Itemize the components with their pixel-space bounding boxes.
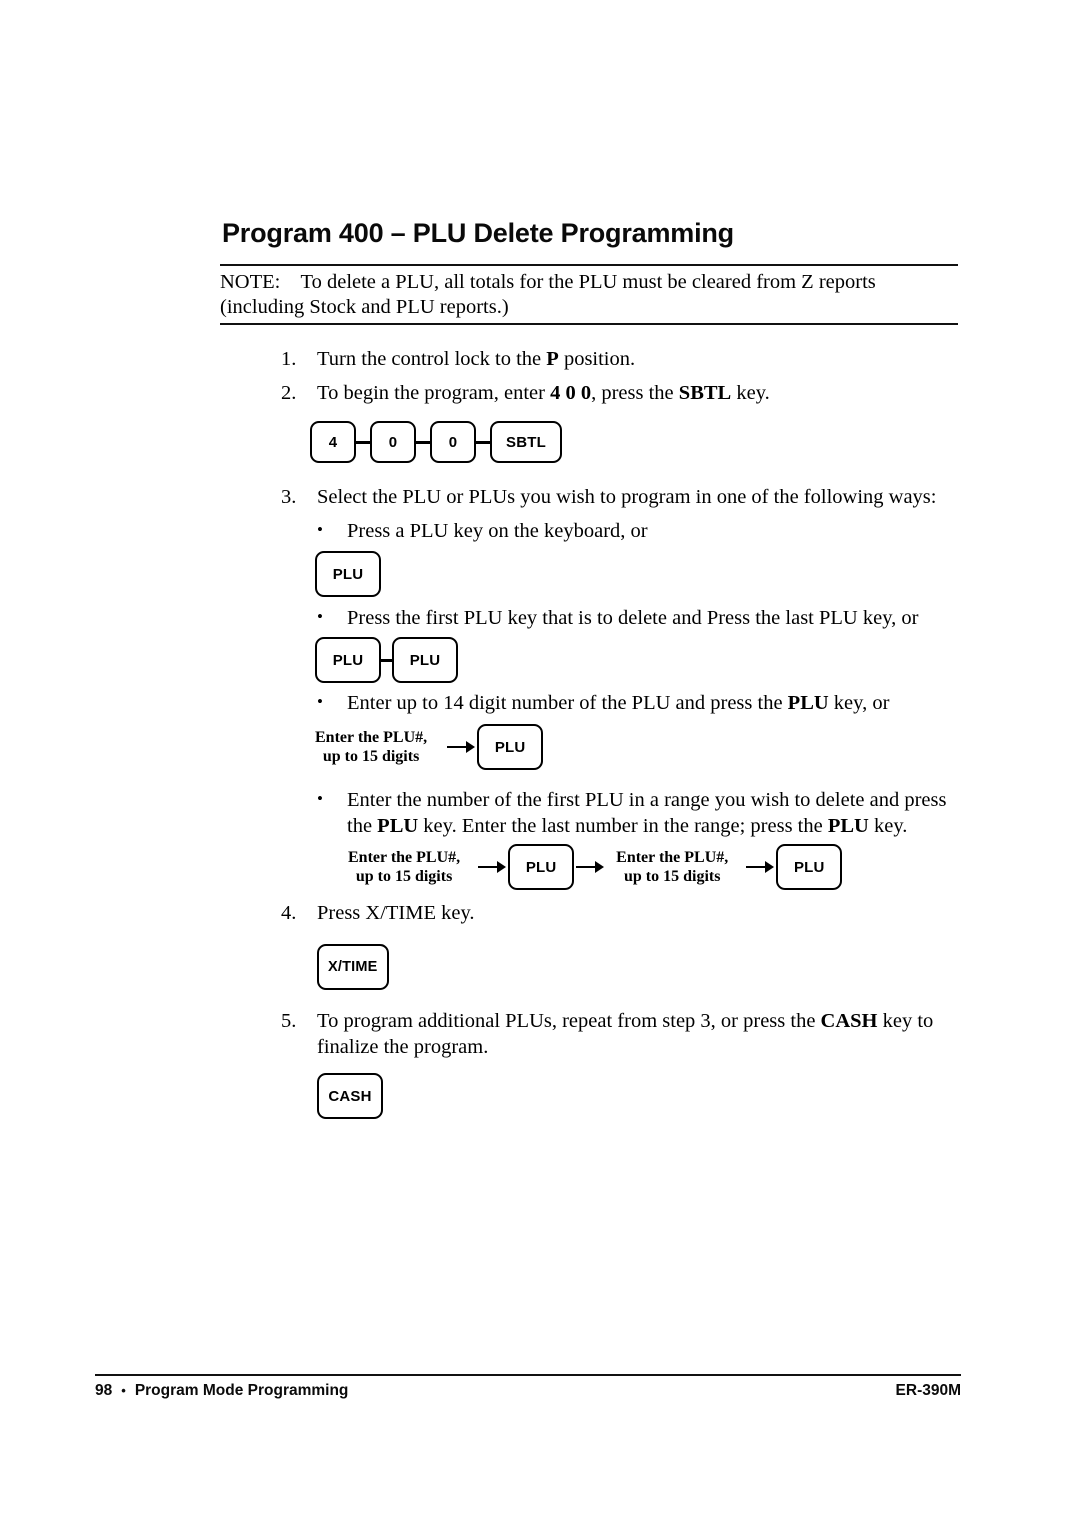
step-2-number: 2.: [281, 382, 297, 404]
key-plu[interactable]: PLU: [477, 724, 544, 770]
step-3: 3. Select the PLU or PLUs you wish to pr…: [281, 484, 971, 510]
note-bottom-rule: [220, 323, 958, 325]
plu-number-label-line2: up to 15 digits: [322, 748, 420, 765]
plu-range-second-label-line1: Enter the PLU#,: [616, 849, 729, 866]
key-diagram-plu-pair: PLU PLU: [315, 637, 458, 683]
bullet-item-4: • Enter the number of the first PLU in a…: [317, 787, 965, 839]
arrow-right-icon: [478, 861, 507, 873]
arrow-right-icon: [576, 861, 605, 873]
footer-page-number: 98: [95, 1382, 113, 1399]
step-4: 4. Press X/TIME key.: [281, 900, 961, 926]
key-diagram-program-code: 4 0 0 SBTL: [310, 421, 562, 463]
key-4[interactable]: 4: [310, 421, 356, 463]
bullet-2-text: Press the first PLU key that is to delet…: [347, 607, 919, 629]
plu-range-first-label-line1: Enter the PLU#,: [348, 849, 461, 866]
key-diagram-cash: CASH: [317, 1073, 383, 1119]
step-2-text-part-1: To begin the program, enter: [317, 382, 551, 404]
footer-model: ER-390M: [895, 1382, 961, 1399]
plu-range-first-label: Enter the PLU#, up to 15 digits: [348, 848, 460, 886]
footer-rule: [95, 1374, 961, 1376]
step-2-text: To begin the program, enter 4 0 0, press…: [317, 380, 961, 406]
step-1-key-p: P: [546, 348, 559, 370]
page-footer: 98 • Program Mode Programming ER-390M: [95, 1374, 961, 1400]
step-2-text-part-2: , press the: [591, 382, 679, 404]
bullet-marker: •: [317, 607, 323, 626]
key-plu-last[interactable]: PLU: [392, 637, 458, 683]
bullet-1-text: Press a PLU key on the keyboard, or: [347, 520, 648, 542]
arrow-right-icon: [746, 861, 775, 873]
note-block: NOTE: To delete a PLU, all totals for th…: [220, 264, 958, 325]
key-connector: [476, 440, 490, 444]
step-2-key-sbtl: SBTL: [678, 382, 732, 404]
step-2-text-part-3: key.: [731, 382, 770, 404]
step-2: 2. To begin the program, enter 4 0 0, pr…: [281, 380, 961, 406]
bullet-4-text-part-3: key.: [868, 815, 908, 837]
bullet-item-2: • Press the first PLU key that is to del…: [317, 605, 967, 631]
footer-left: 98 • Program Mode Programming: [95, 1382, 348, 1400]
bullet-4-key-plu-first: PLU: [377, 815, 419, 837]
step-1-text-part-2: position.: [558, 348, 636, 370]
key-diagram-xtime: X/TIME: [317, 944, 389, 990]
plu-number-label-line1: Enter the PLU#,: [315, 729, 428, 746]
bullet-item-3: • Enter up to 14 digit number of the PLU…: [317, 690, 967, 716]
key-sbtl[interactable]: SBTL: [490, 421, 562, 463]
step-5-text: To program additional PLUs, repeat from …: [317, 1008, 953, 1060]
plu-number-label: Enter the PLU#, up to 15 digits: [315, 728, 427, 766]
step-1-text: Turn the control lock to the P position.: [317, 346, 961, 372]
plu-range-first-label-line2: up to 15 digits: [355, 868, 453, 885]
step-4-text: Press X/TIME key.: [317, 902, 475, 924]
note-body: To delete a PLU, all totals for the PLU …: [220, 271, 876, 318]
footer-separator-icon: •: [121, 1382, 126, 1398]
step-5-text-part-1: To program additional PLUs, repeat from …: [317, 1010, 821, 1032]
key-plu-last[interactable]: PLU: [776, 844, 843, 890]
key-cash[interactable]: CASH: [317, 1073, 383, 1119]
key-0-second[interactable]: 0: [430, 421, 476, 463]
bullet-marker: •: [317, 692, 323, 711]
key-connector: [381, 658, 392, 662]
bullet-item-1: • Press a PLU key on the keyboard, or: [317, 518, 957, 544]
note-text: NOTE: To delete a PLU, all totals for th…: [220, 266, 958, 323]
step-5-key-cash: CASH: [820, 1010, 878, 1032]
bullet-marker: •: [317, 789, 323, 808]
footer-section-title: Program Mode Programming: [134, 1382, 349, 1399]
key-connector: [356, 440, 370, 444]
document-page: Program 400 – PLU Delete Programming NOT…: [0, 0, 1080, 1528]
key-diagram-plu-number: Enter the PLU#, up to 15 digits PLU: [315, 724, 544, 770]
key-connector: [416, 440, 430, 444]
bullet-marker: •: [317, 520, 323, 539]
key-plu-first[interactable]: PLU: [508, 844, 575, 890]
bullet-4-text: Enter the number of the first PLU in a r…: [347, 787, 965, 839]
key-plu[interactable]: PLU: [315, 551, 381, 597]
step-5: 5. To program additional PLUs, repeat fr…: [281, 1008, 953, 1060]
key-0-first[interactable]: 0: [370, 421, 416, 463]
bullet-3-text: Enter up to 14 digit number of the PLU a…: [347, 690, 967, 716]
page-title: Program 400 – PLU Delete Programming: [222, 218, 734, 248]
step-3-number: 3.: [281, 486, 297, 508]
step-2-code: 4 0 0: [550, 382, 592, 404]
step-1-number: 1.: [281, 348, 297, 370]
key-plu-first[interactable]: PLU: [315, 637, 381, 683]
plu-range-second-label: Enter the PLU#, up to 15 digits: [616, 848, 728, 886]
step-1: 1. Turn the control lock to the P positi…: [281, 346, 961, 372]
plu-range-second-label-line2: up to 15 digits: [623, 868, 721, 885]
bullet-4-text-part-2: key. Enter the last number in the range;…: [418, 815, 828, 837]
bullet-4-key-plu-last: PLU: [827, 815, 869, 837]
key-diagram-single-plu: PLU: [315, 551, 381, 597]
step-3-text: Select the PLU or PLUs you wish to progr…: [317, 486, 937, 508]
bullet-3-text-part-1: Enter up to 14 digit number of the PLU a…: [347, 692, 788, 714]
step-1-text-part-1: Turn the control lock to the: [317, 348, 547, 370]
bullet-3-text-part-2: key, or: [828, 692, 890, 714]
arrow-right-icon: [447, 741, 476, 753]
key-diagram-plu-range: Enter the PLU#, up to 15 digits PLU Ente…: [348, 844, 843, 890]
note-label: NOTE:: [220, 271, 281, 293]
bullet-3-key-plu: PLU: [787, 692, 829, 714]
key-xtime[interactable]: X/TIME: [317, 944, 389, 990]
step-4-number: 4.: [281, 902, 297, 924]
step-5-number: 5.: [281, 1010, 297, 1032]
